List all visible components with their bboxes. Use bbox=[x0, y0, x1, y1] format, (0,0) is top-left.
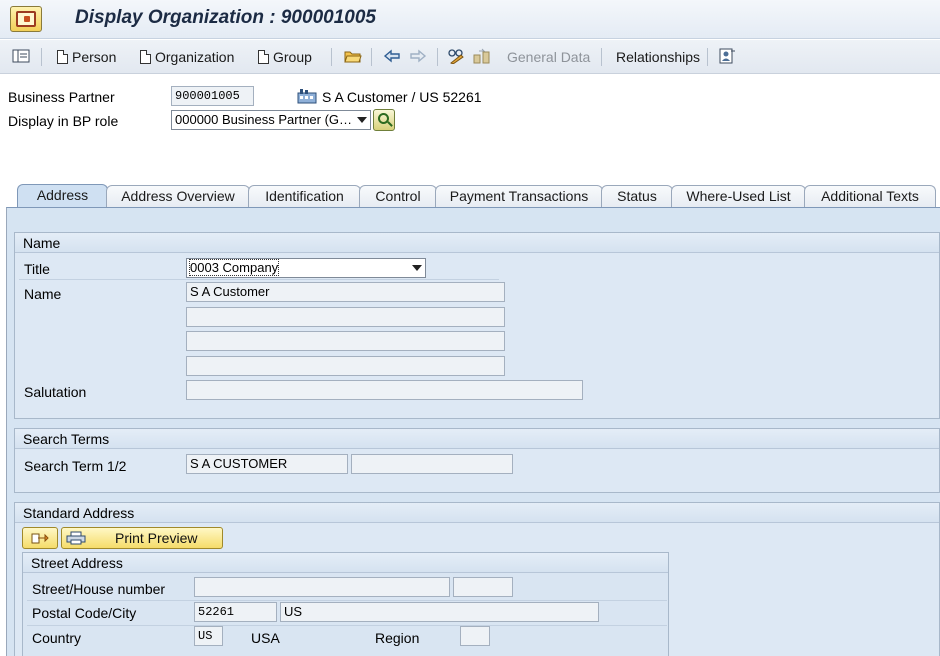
city-field[interactable]: US bbox=[280, 602, 599, 622]
chevron-down-icon bbox=[412, 265, 422, 271]
arrow-right-icon[interactable] bbox=[409, 48, 427, 64]
application-toolbar: Person Organization Group General Data R… bbox=[0, 40, 940, 74]
name-line-3-field[interactable] bbox=[186, 331, 505, 351]
title-bar: Display Organization : 900001005 bbox=[0, 0, 940, 39]
print-preview-label: Print Preview bbox=[115, 530, 198, 546]
transfer-address-button[interactable] bbox=[22, 527, 58, 549]
region-label: Region bbox=[375, 630, 420, 646]
tab-status[interactable]: Status bbox=[601, 185, 673, 208]
name-line-2-field[interactable] bbox=[186, 307, 505, 327]
business-partner-label: Business Partner bbox=[8, 89, 115, 105]
pencil-glasses-icon[interactable] bbox=[447, 48, 465, 65]
bp-role-dropdown[interactable]: 000000 Business Partner (G… bbox=[171, 110, 371, 130]
tab-address-overview[interactable]: Address Overview bbox=[106, 185, 250, 208]
region-field[interactable] bbox=[460, 626, 490, 646]
magnifier-icon[interactable] bbox=[373, 109, 395, 131]
toolbar-separator bbox=[437, 48, 438, 66]
tab-identification[interactable]: Identification bbox=[248, 185, 361, 208]
business-partner-field[interactable]: 900001005 bbox=[171, 86, 254, 106]
row-divider bbox=[19, 279, 499, 280]
toolbar-separator bbox=[601, 48, 602, 66]
group-button-label: Group bbox=[273, 49, 312, 65]
sap-display-organization-icon[interactable] bbox=[10, 6, 42, 32]
search-terms-group-title: Search Terms bbox=[15, 429, 939, 449]
organization-button[interactable]: Organization bbox=[140, 47, 234, 67]
name-group-title: Name bbox=[15, 233, 939, 253]
print-preview-button[interactable]: Print Preview bbox=[61, 527, 223, 549]
street-field[interactable] bbox=[194, 577, 450, 597]
chevron-down-icon bbox=[357, 117, 367, 123]
relationships-button[interactable]: Relationships bbox=[616, 47, 700, 67]
tab-control[interactable]: Control bbox=[359, 185, 437, 208]
document-icon bbox=[140, 50, 151, 64]
search-term-label: Search Term 1/2 bbox=[24, 458, 127, 474]
general-data-button[interactable]: General Data bbox=[507, 47, 590, 67]
toolbar-separator bbox=[331, 48, 332, 66]
tab-address[interactable]: Address bbox=[17, 184, 108, 208]
toolbar-separator bbox=[707, 48, 708, 66]
business-partner-description: S A Customer / US 52261 bbox=[322, 89, 482, 105]
toolbar-separator bbox=[371, 48, 372, 66]
postal-code-city-label: Postal Code/City bbox=[32, 605, 137, 621]
person-button[interactable]: Person bbox=[57, 47, 116, 67]
title-value: 0003 Company bbox=[188, 259, 280, 276]
name-line-4-field[interactable] bbox=[186, 356, 505, 376]
arrow-left-icon[interactable] bbox=[383, 48, 401, 64]
name-label: Name bbox=[24, 286, 62, 302]
standard-address-group-title: Standard Address bbox=[15, 503, 939, 523]
country-name: USA bbox=[251, 630, 280, 646]
tab-strip: Address Address Overview Identification … bbox=[0, 184, 940, 208]
display-change-icon[interactable] bbox=[473, 48, 491, 64]
tab-payment-transactions[interactable]: Payment Transactions bbox=[435, 185, 603, 208]
bp-role-label: Display in BP role bbox=[8, 113, 119, 129]
toolbar-separator bbox=[41, 48, 42, 66]
title-dropdown[interactable]: 0003 Company bbox=[186, 258, 426, 278]
folder-open-icon[interactable] bbox=[344, 48, 362, 64]
document-icon bbox=[57, 50, 68, 64]
tab-additional-texts[interactable]: Additional Texts bbox=[804, 185, 936, 208]
name-line-1-field[interactable]: S A Customer bbox=[186, 282, 505, 302]
salutation-field[interactable] bbox=[186, 380, 583, 400]
printer-icon bbox=[66, 531, 86, 545]
transfer-arrow-icon bbox=[31, 533, 49, 544]
screen-layout-icon[interactable] bbox=[12, 48, 30, 64]
building-icon bbox=[297, 88, 317, 104]
row-divider bbox=[27, 600, 667, 601]
other-partner-icon[interactable] bbox=[718, 48, 736, 64]
bp-role-value: 000000 Business Partner (G… bbox=[175, 112, 353, 127]
person-button-label: Person bbox=[72, 49, 117, 65]
country-label: Country bbox=[32, 630, 82, 646]
document-icon bbox=[258, 50, 269, 64]
house-number-field[interactable] bbox=[453, 577, 513, 597]
salutation-label: Salutation bbox=[24, 384, 87, 400]
page-title: Display Organization : 900001005 bbox=[75, 7, 376, 28]
search-term-2-field[interactable] bbox=[351, 454, 513, 474]
street-house-number-label: Street/House number bbox=[32, 581, 166, 597]
row-divider bbox=[27, 625, 667, 626]
postal-code-field[interactable]: 52261 bbox=[194, 602, 277, 622]
organization-button-label: Organization bbox=[155, 49, 235, 65]
country-code-field[interactable]: US bbox=[194, 626, 223, 646]
group-button[interactable]: Group bbox=[258, 47, 312, 67]
title-label: Title bbox=[24, 261, 50, 277]
tab-where-used-list[interactable]: Where-Used List bbox=[671, 185, 806, 208]
street-address-group-title: Street Address bbox=[23, 553, 668, 573]
search-term-1-field[interactable]: S A CUSTOMER bbox=[186, 454, 348, 474]
